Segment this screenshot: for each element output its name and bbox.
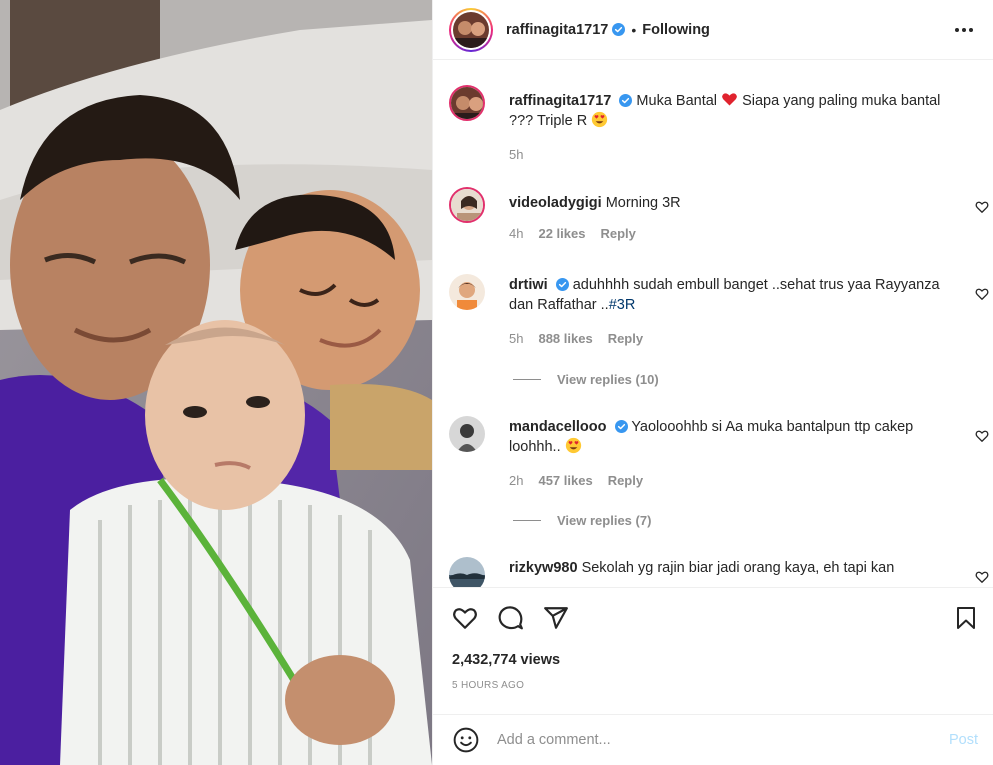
view-replies-label: View replies (10) xyxy=(557,372,659,387)
caption-username[interactable]: raffinagita1717 xyxy=(509,93,611,109)
author-username[interactable]: raffinagita1717 xyxy=(506,22,608,38)
author-avatar-image xyxy=(453,11,489,48)
comment-likes[interactable]: 22 likes xyxy=(538,226,585,241)
replies-divider xyxy=(513,379,541,380)
reply-button[interactable]: Reply xyxy=(608,473,643,488)
comments-list[interactable]: raffinagita1717 Muka Bantal Siapa yang p… xyxy=(433,61,993,587)
comment-timestamp: 4h xyxy=(509,226,524,241)
comment-like-heart-icon[interactable] xyxy=(975,287,989,301)
more-options-icon[interactable] xyxy=(952,18,976,42)
reply-button[interactable]: Reply xyxy=(600,226,635,241)
following-button[interactable]: Following xyxy=(642,22,710,38)
heart-icon[interactable] xyxy=(451,604,479,632)
view-replies-button[interactable]: View replies (10) xyxy=(513,372,659,387)
replies-divider xyxy=(513,520,541,521)
comment-item: videoladygigi Morning 3R 4h 22 likes Rep… xyxy=(449,187,989,241)
commenter-avatar[interactable] xyxy=(449,274,485,310)
paper-plane-icon[interactable] xyxy=(542,604,570,632)
commenter-avatar[interactable] xyxy=(449,187,485,223)
comment-like-heart-icon[interactable] xyxy=(975,570,989,584)
post-caption: raffinagita1717 Muka Bantal Siapa yang p… xyxy=(449,85,989,162)
red-heart-emoji-icon xyxy=(722,93,737,106)
comment-username[interactable]: mandacellooo xyxy=(509,419,607,435)
verified-badge-icon xyxy=(619,94,633,107)
post-details-panel: raffinagita1717 • Following raffinagita1… xyxy=(432,0,993,765)
post-timestamp[interactable]: 5 HOURS AGO xyxy=(452,680,524,691)
comment-composer: Post xyxy=(433,714,993,765)
comment-item: mandacellooo Yaolooohhb si Aa muka banta… xyxy=(449,416,989,488)
comment-text: aduhhhh sudah embull banget ..sehat trus… xyxy=(509,277,940,313)
heart-eyes-emoji-icon xyxy=(592,111,608,128)
view-replies-button[interactable]: View replies (7) xyxy=(513,513,651,528)
comment-username[interactable]: videoladygigi xyxy=(509,195,602,211)
verified-badge-icon xyxy=(555,278,569,291)
header-separator: • xyxy=(631,21,637,38)
comment-like-heart-icon[interactable] xyxy=(975,200,989,214)
comment-likes[interactable]: 888 likes xyxy=(538,331,592,346)
comment-item: drtiwi aduhhhh sudah embull banget ..seh… xyxy=(449,274,989,346)
comment-likes[interactable]: 457 likes xyxy=(538,473,592,488)
author-avatar[interactable] xyxy=(449,7,493,52)
comment-text: Sekolah yg rajin biar jadi orang kaya, e… xyxy=(581,560,895,576)
commenter-avatar[interactable] xyxy=(449,416,485,452)
comment-timestamp: 2h xyxy=(509,473,524,488)
comment-like-heart-icon[interactable] xyxy=(975,429,989,443)
caption-timestamp: 5h xyxy=(509,147,524,162)
hashtag-link[interactable]: #3R xyxy=(609,297,636,313)
reply-button[interactable]: Reply xyxy=(608,331,643,346)
comment-input[interactable] xyxy=(497,732,917,748)
post-actions: 2,432,774 views 5 HOURS AGO xyxy=(433,587,993,714)
view-count[interactable]: 2,432,774 views xyxy=(452,652,560,668)
comment-bubble-icon[interactable] xyxy=(497,604,525,632)
caption-text: Muka Bantal xyxy=(636,93,718,109)
comment-timestamp: 5h xyxy=(509,331,524,346)
comment-username[interactable]: rizkyw980 xyxy=(509,560,578,576)
heart-eyes-emoji-icon xyxy=(565,437,581,454)
post-photo xyxy=(0,0,432,765)
post-comment-button[interactable]: Post xyxy=(949,732,978,748)
post-media[interactable] xyxy=(0,0,432,765)
caption-author-avatar[interactable] xyxy=(449,85,485,121)
smiley-icon[interactable] xyxy=(453,727,479,753)
comment-username[interactable]: drtiwi xyxy=(509,277,548,293)
verified-badge-icon xyxy=(614,420,628,433)
commenter-avatar[interactable] xyxy=(449,557,485,587)
comment-text: Morning 3R xyxy=(605,195,681,211)
comment-item: rizkyw980 Sekolah yg rajin biar jadi ora… xyxy=(449,557,989,587)
post-header: raffinagita1717 • Following xyxy=(433,0,993,60)
verified-badge-icon xyxy=(612,23,626,36)
bookmark-icon[interactable] xyxy=(952,604,980,632)
view-replies-label: View replies (7) xyxy=(557,513,652,528)
